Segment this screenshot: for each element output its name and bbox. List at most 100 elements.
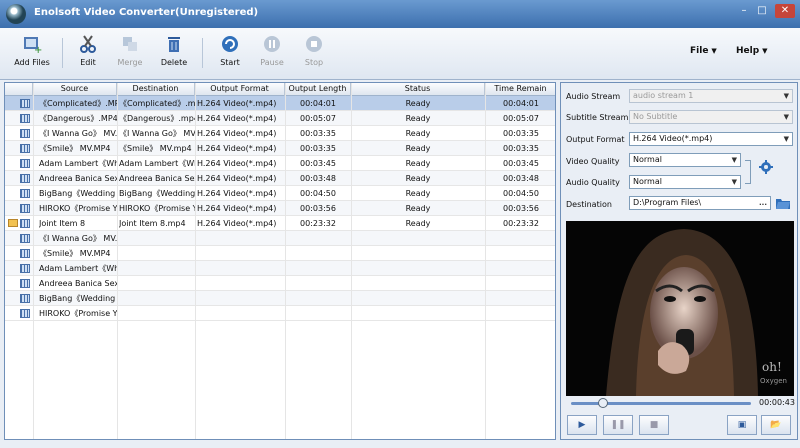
video-file-icon: [20, 264, 30, 273]
folder-icon[interactable]: [8, 219, 18, 227]
output-length-cell: 00:23:32: [300, 219, 336, 228]
output-format-cell: [197, 262, 285, 275]
output-format-cell: H.264 Video(*.mp4): [197, 144, 277, 153]
help-menu[interactable]: Help ▼: [736, 46, 768, 56]
header-output-format[interactable]: Output Format: [195, 83, 285, 96]
toolbar: + Add Files Edit Merge Delete Start Paus…: [0, 28, 800, 80]
table-row[interactable]: HIROKO《Promise Y HIROKO《Promise Y H.264 Vi…: [5, 201, 555, 216]
table-row[interactable]: Adam Lambert《WhatAdam Lambert《WhatH.264 …: [5, 156, 555, 171]
audio-stream-select[interactable]: audio stream 1 ▼: [629, 89, 793, 103]
output-length-cell: [285, 292, 351, 305]
destination-cell: [119, 277, 195, 290]
source-cell: BigBang《Wedding D: [39, 294, 117, 303]
start-button[interactable]: Start: [208, 34, 252, 67]
table-row[interactable]: BigBang《Wedding D: [5, 291, 555, 306]
source-cell: BigBang《Wedding D: [39, 189, 117, 198]
pause-button[interactable]: Pause: [250, 34, 294, 67]
subtitle-stream-select[interactable]: No Subtitle ▼: [629, 110, 793, 124]
header-source[interactable]: Source: [33, 83, 117, 96]
stop-button[interactable]: Stop: [292, 34, 336, 67]
add-files-button[interactable]: + Add Files: [10, 34, 54, 67]
video-file-icon: [20, 294, 30, 303]
video-file-icon: [20, 249, 30, 258]
output-format-cell: [197, 247, 285, 260]
playback-slider[interactable]: [571, 398, 751, 408]
table-row[interactable]: Joint Item 8 Joint Item 8.mp4 H.264 Video(…: [5, 216, 555, 231]
list-header: Source Destination Output Format Output …: [5, 83, 555, 96]
destination-cell: [119, 307, 195, 320]
status-cell: Ready: [405, 204, 431, 213]
open-snapshot-folder-button[interactable]: 📂: [761, 415, 791, 435]
output-length-cell: 00:03:48: [300, 174, 336, 183]
source-cell: 《Dangerous》.MP4: [39, 114, 117, 123]
header-destination[interactable]: Destination: [117, 83, 195, 96]
delete-label: Delete: [160, 58, 188, 67]
table-row[interactable]: 《Complicated》.MP4 《Complicated》.mp H.264 V…: [5, 96, 555, 111]
stop-playback-button[interactable]: ■: [639, 415, 669, 435]
output-length-cell: 00:03:45: [300, 159, 336, 168]
status-cell: [351, 262, 485, 275]
pause-playback-button[interactable]: ❚❚: [603, 415, 633, 435]
snapshot-button[interactable]: ▣: [727, 415, 757, 435]
destination-field[interactable]: D:\Program Files\...: [629, 196, 771, 210]
output-format-cell: H.264 Video(*.mp4): [197, 204, 277, 213]
pause-icon: ❚❚: [610, 420, 626, 430]
audio-quality-select[interactable]: Normal ▼: [629, 175, 741, 189]
output-length-cell: 00:03:56: [300, 204, 336, 213]
video-file-icon: [20, 159, 30, 168]
table-row[interactable]: 《I Wanna Go》 MV.N 《I Wanna Go》 MV.N H.264 …: [5, 126, 555, 141]
chevron-down-icon: ▼: [711, 47, 717, 55]
table-row[interactable]: 《Smile》 MV.MP4 《Smile》 MV.mp4 H.264 Video(…: [5, 141, 555, 156]
table-row[interactable]: 《Smile》 MV.MP4: [5, 246, 555, 261]
header-time-remain[interactable]: Time Remain: [485, 83, 555, 96]
gridline: [285, 83, 286, 439]
open-folder-icon[interactable]: [775, 196, 791, 210]
output-format-cell: [197, 307, 285, 320]
destination-cell: Joint Item 8.mp4: [119, 219, 186, 228]
file-menu[interactable]: File ▼: [690, 46, 717, 56]
destination-label: Destination: [566, 200, 612, 209]
time-remain-cell: 00:03:35: [503, 129, 539, 138]
time-remain-cell: 00:03:35: [503, 144, 539, 153]
file-menu-label: File: [690, 46, 709, 56]
output-length-cell: [285, 307, 351, 320]
header-status[interactable]: Status: [351, 83, 485, 96]
table-row[interactable]: 《I Wanna Go》 MV.N: [5, 231, 555, 246]
play-button[interactable]: ▶: [567, 415, 597, 435]
edit-button[interactable]: Edit: [66, 34, 110, 67]
output-length-cell: 00:05:07: [300, 114, 336, 123]
output-length-cell: 00:04:50: [300, 189, 336, 198]
folder-icon: 📂: [770, 420, 782, 430]
toolbar-separator: [202, 38, 203, 68]
delete-button[interactable]: Delete: [152, 34, 196, 67]
time-remain-cell: [485, 247, 555, 260]
destination-cell: BigBang《Wedding D: [119, 189, 195, 198]
maximize-button[interactable]: □: [754, 4, 770, 18]
gear-icon[interactable]: [759, 160, 773, 174]
status-cell: Ready: [405, 219, 431, 228]
merge-button[interactable]: Merge: [108, 34, 152, 67]
output-length-cell: [285, 247, 351, 260]
header-output-length[interactable]: Output Length: [285, 83, 351, 96]
table-row[interactable]: Andreea Banica Sex Andreea Banica Sex H.26…: [5, 171, 555, 186]
file-list: Source Destination Output Format Output …: [4, 82, 556, 440]
window-title: Enolsoft Video Converter(Unregistered): [34, 7, 259, 18]
video-quality-select[interactable]: Normal ▼: [629, 153, 741, 167]
table-row[interactable]: Andreea Banica Sex: [5, 276, 555, 291]
status-cell: [351, 292, 485, 305]
video-file-icon: [20, 114, 30, 123]
browse-dots-icon[interactable]: ...: [759, 197, 767, 209]
video-file-icon: [20, 309, 30, 318]
output-format-select[interactable]: H.264 Video(*.mp4) ▼: [629, 132, 793, 146]
table-row[interactable]: 《Dangerous》.MP4 《Dangerous》.mp4 H.264 Vide…: [5, 111, 555, 126]
table-row[interactable]: Adam Lambert《What: [5, 261, 555, 276]
destination-cell: HIROKO《Promise Y: [119, 204, 195, 213]
table-row[interactable]: BigBang《Wedding DBigBang《Wedding DH.264 …: [5, 186, 555, 201]
chevron-down-icon: ▼: [783, 113, 789, 121]
slider-knob[interactable]: [598, 398, 609, 408]
minimize-button[interactable]: –: [736, 4, 752, 18]
table-row[interactable]: HIROKO《Promise Y: [5, 306, 555, 321]
close-button[interactable]: ✕: [775, 4, 795, 18]
time-remain-cell: 00:04:50: [503, 189, 539, 198]
output-length-cell: [285, 232, 351, 245]
